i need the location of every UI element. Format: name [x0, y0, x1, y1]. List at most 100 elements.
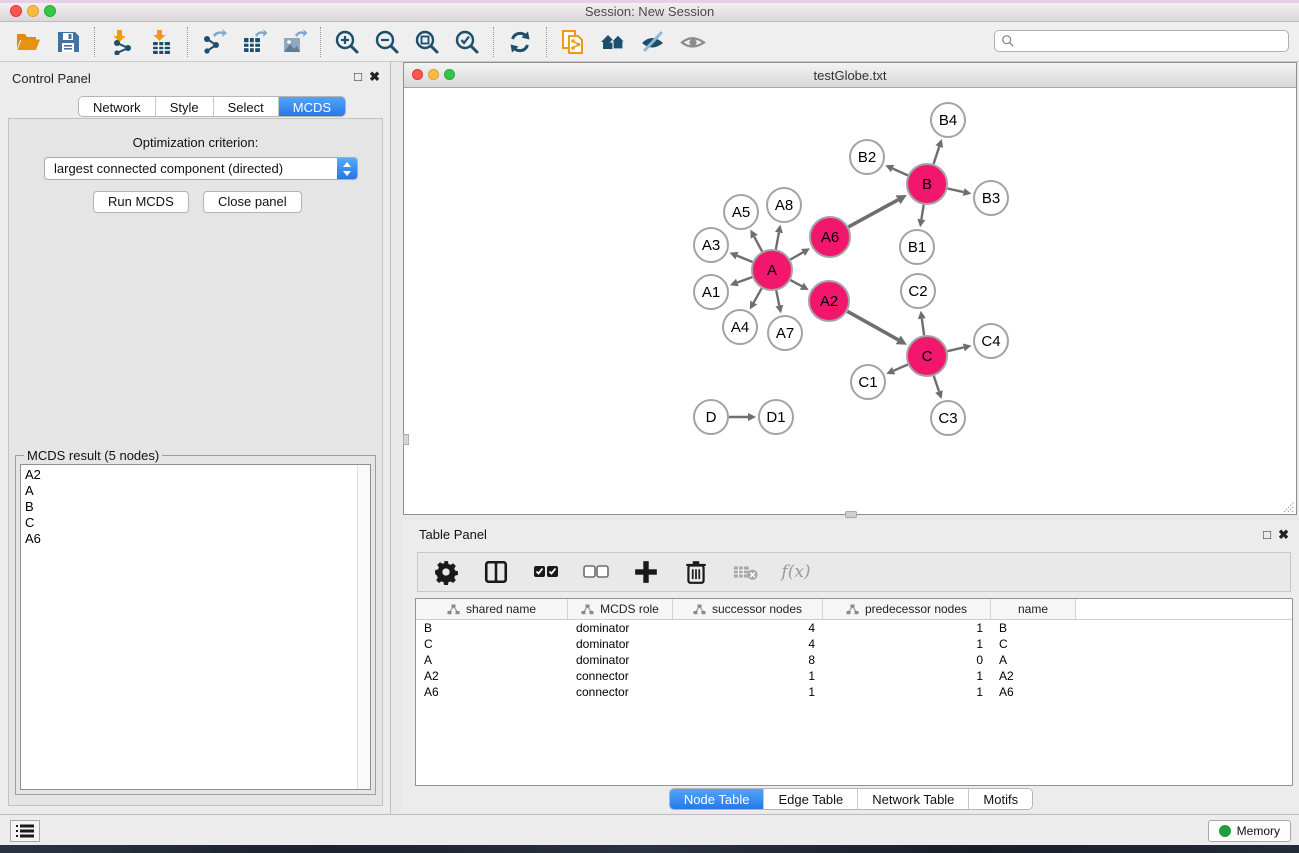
zoom-out-button[interactable] [367, 25, 407, 59]
cell-name[interactable]: A6 [991, 684, 1076, 700]
refresh-button[interactable] [500, 25, 540, 59]
tab-mcds[interactable]: MCDS [279, 97, 345, 116]
cell-mcds-role[interactable]: connector [568, 684, 673, 700]
search-input[interactable] [1015, 34, 1288, 48]
optimization-criterion-dropdown[interactable]: largest connected component (directed) [44, 157, 358, 180]
cell-mcds-role[interactable]: dominator [568, 652, 673, 668]
mcds-result-item[interactable]: C [25, 515, 370, 531]
tab-network[interactable]: Network [79, 97, 156, 116]
cell-successor-nodes[interactable]: 4 [673, 636, 823, 652]
save-session-button[interactable] [48, 25, 88, 59]
deselect-all-button[interactable] [582, 555, 610, 589]
show-columns-button[interactable] [482, 555, 510, 589]
cell-name[interactable]: A2 [991, 668, 1076, 684]
edge-C-C2[interactable] [922, 319, 924, 335]
delete-row-button[interactable] [682, 555, 710, 589]
column-header-mcds-role[interactable]: MCDS role [568, 599, 673, 619]
search-field[interactable] [994, 30, 1289, 52]
zoom-selected-button[interactable] [447, 25, 487, 59]
table-tab-edge-table[interactable]: Edge Table [764, 789, 858, 809]
cell-name[interactable]: B [991, 620, 1076, 636]
delete-table-button[interactable] [732, 555, 760, 589]
cell-shared-name[interactable]: C [416, 636, 568, 652]
cell-shared-name[interactable]: A [416, 652, 568, 668]
cell-predecessor-nodes[interactable]: 1 [823, 636, 991, 652]
close-panel-icon[interactable]: ✖ [369, 69, 380, 85]
cell-shared-name[interactable]: A6 [416, 684, 568, 700]
edge-C-C4[interactable] [947, 347, 963, 351]
export-network-button[interactable] [194, 25, 234, 59]
tab-style[interactable]: Style [156, 97, 214, 116]
table-row[interactable]: Bdominator41B [416, 620, 1292, 636]
mcds-result-list[interactable]: A2ABCA6 [20, 464, 371, 790]
select-all-button[interactable] [532, 555, 560, 589]
cell-successor-nodes[interactable]: 8 [673, 652, 823, 668]
edge-C-C3[interactable] [934, 376, 939, 392]
edge-B-B2[interactable] [893, 168, 908, 175]
float-panel-icon[interactable]: □ [354, 69, 362, 84]
canvas-left-grip[interactable] [403, 434, 409, 445]
edge-A-A3[interactable] [737, 256, 753, 262]
cell-name[interactable]: A [991, 652, 1076, 668]
open-file-button[interactable] [8, 25, 48, 59]
cell-mcds-role[interactable]: connector [568, 668, 673, 684]
edge-A-A5[interactable] [754, 237, 762, 252]
float-table-panel-icon[interactable]: □ [1263, 527, 1271, 542]
cell-predecessor-nodes[interactable]: 1 [823, 620, 991, 636]
cell-name[interactable]: C [991, 636, 1076, 652]
list-scrollbar[interactable] [357, 465, 370, 789]
zoom-in-button[interactable] [327, 25, 367, 59]
column-header-name[interactable]: name [991, 599, 1076, 619]
edge-B-B1[interactable] [921, 205, 923, 220]
cell-mcds-role[interactable]: dominator [568, 620, 673, 636]
cell-successor-nodes[interactable]: 4 [673, 620, 823, 636]
hide-graphics-details-button[interactable] [633, 25, 673, 59]
cell-mcds-role[interactable]: dominator [568, 636, 673, 652]
export-table-button[interactable] [234, 25, 274, 59]
table-row[interactable]: Adominator80A [416, 652, 1292, 668]
mcds-result-item[interactable]: A [25, 483, 370, 499]
table-tab-node-table[interactable]: Node Table [670, 789, 765, 809]
column-header-successor-nodes[interactable]: successor nodes [673, 599, 823, 619]
edge-A-A2[interactable] [790, 280, 801, 286]
resize-grip-icon[interactable] [1281, 499, 1295, 513]
import-network-button[interactable] [101, 25, 141, 59]
column-header-shared-name[interactable]: shared name [416, 599, 568, 619]
network-from-clipboard-button[interactable] [553, 25, 593, 59]
network-canvas[interactable]: B4B2BB3B1A5A8A6A3AA1A2C2A4A7C4CC1C3DD1 [404, 88, 1296, 514]
show-graphics-details-button[interactable] [673, 25, 713, 59]
table-row[interactable]: A6connector11A6 [416, 684, 1292, 700]
edge-A2-C[interactable] [847, 311, 898, 340]
column-header-predecessor-nodes[interactable]: predecessor nodes [823, 599, 991, 619]
edge-A-A1[interactable] [737, 277, 752, 282]
table-tab-motifs[interactable]: Motifs [969, 789, 1032, 809]
mcds-result-item[interactable]: A2 [25, 467, 370, 483]
table-settings-button[interactable] [432, 555, 460, 589]
mcds-result-item[interactable]: A6 [25, 531, 370, 547]
show-all-networks-button[interactable] [593, 25, 633, 59]
run-mcds-button[interactable]: Run MCDS [93, 191, 189, 213]
cell-shared-name[interactable]: B [416, 620, 568, 636]
import-table-button[interactable] [141, 25, 181, 59]
function-builder-button[interactable]: f(x) [782, 555, 810, 589]
edge-B-B4[interactable] [934, 147, 940, 164]
edge-A-A8[interactable] [776, 233, 779, 250]
network-window-titlebar[interactable]: testGlobe.txt [404, 63, 1296, 88]
export-image-button[interactable] [274, 25, 314, 59]
cell-successor-nodes[interactable]: 1 [673, 684, 823, 700]
cell-predecessor-nodes[interactable]: 0 [823, 652, 991, 668]
task-history-button[interactable] [10, 820, 40, 842]
cell-shared-name[interactable]: A2 [416, 668, 568, 684]
memory-button[interactable]: Memory [1208, 820, 1291, 842]
cell-predecessor-nodes[interactable]: 1 [823, 668, 991, 684]
zoom-fit-button[interactable] [407, 25, 447, 59]
tab-select[interactable]: Select [214, 97, 279, 116]
edge-A-A7[interactable] [776, 291, 779, 306]
edge-B-B3[interactable] [948, 188, 964, 192]
table-tab-network-table[interactable]: Network Table [858, 789, 969, 809]
cell-predecessor-nodes[interactable]: 1 [823, 684, 991, 700]
edge-C-C1[interactable] [894, 364, 908, 370]
close-table-panel-icon[interactable]: ✖ [1278, 527, 1289, 543]
edge-A-A4[interactable] [754, 288, 762, 302]
cell-successor-nodes[interactable]: 1 [673, 668, 823, 684]
